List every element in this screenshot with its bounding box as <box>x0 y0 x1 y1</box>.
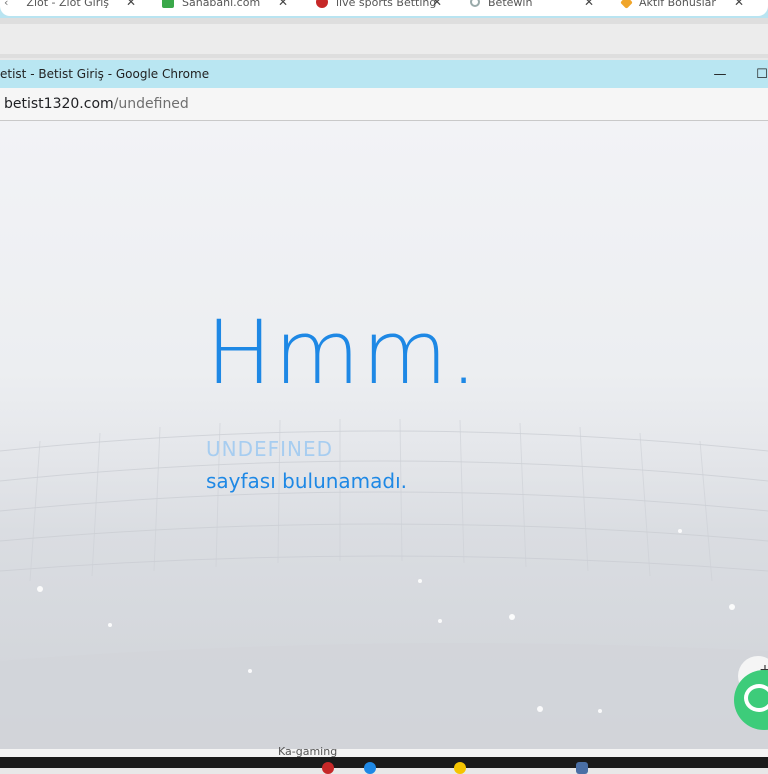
page-content: Hmm. UNDEFINED sayfası bulunamadı. <box>0 121 768 749</box>
background-tab-label: Betewin <box>488 0 533 9</box>
background-tab-label: Aktif Bonuslar <box>639 0 716 9</box>
close-icon[interactable]: ✕ <box>126 0 136 9</box>
taskbar-app-icon[interactable] <box>576 762 588 774</box>
taskbar-app-icon[interactable] <box>454 762 466 774</box>
taskbar <box>0 757 768 768</box>
missing-page-name: UNDEFINED <box>206 437 334 461</box>
bottom-strip <box>0 749 768 757</box>
close-icon[interactable]: ✕ <box>278 0 288 9</box>
stadium-background-image <box>0 411 768 749</box>
red-circle-icon <box>316 0 328 8</box>
url-path: /undefined <box>113 96 189 112</box>
close-icon[interactable]: ✕ <box>584 0 594 9</box>
chat-bubble-icon <box>744 684 768 712</box>
window-title: etist - Betist Giriş - Google Chrome <box>0 67 210 81</box>
taskbar-app-icon[interactable] <box>322 762 334 774</box>
address-bar[interactable]: betist1320.com/undefined <box>0 88 768 121</box>
background-tab-2[interactable]: Sahabahl.com ✕ <box>162 0 288 12</box>
url-text[interactable]: betist1320.com/undefined <box>0 96 189 112</box>
background-tab-4[interactable]: Betewin ✕ <box>470 0 594 12</box>
ring-icon <box>470 0 480 7</box>
background-toolbar <box>0 18 768 58</box>
background-toolbar-inner <box>0 24 768 54</box>
star-icon <box>620 0 633 9</box>
page-headline: Hmm. <box>206 301 480 404</box>
green-square-icon <box>162 0 174 8</box>
taskbar-app-icon[interactable] <box>364 762 376 774</box>
back-arrow-icon: ‹ <box>4 0 9 9</box>
close-icon[interactable]: ✕ <box>734 0 744 9</box>
background-tab-label: live sports Betting <box>336 0 437 9</box>
background-tab-3[interactable]: live sports Betting ✕ <box>316 0 442 12</box>
close-icon[interactable]: ✕ <box>432 0 442 9</box>
background-tab-5[interactable]: Aktif Bonuslar ✕ <box>620 0 744 12</box>
background-tab-strip: ‹ Ziot - Ziot Giriş ✕ Sahabahl.com ✕ liv… <box>0 0 768 18</box>
url-host: betist1320.com <box>4 96 114 112</box>
background-tab-label: Ziot - Ziot Giriş <box>26 0 110 9</box>
minimize-button[interactable]: — <box>710 64 730 84</box>
not-found-message: sayfası bulunamadı. <box>206 469 408 493</box>
background-tab-1[interactable]: ‹ Ziot - Ziot Giriş ✕ <box>4 0 136 12</box>
background-tab-label: Sahabahl.com <box>182 0 261 9</box>
window-title-bar[interactable]: etist - Betist Giriş - Google Chrome <box>0 60 768 88</box>
maximize-button[interactable]: ☐ <box>752 64 768 84</box>
